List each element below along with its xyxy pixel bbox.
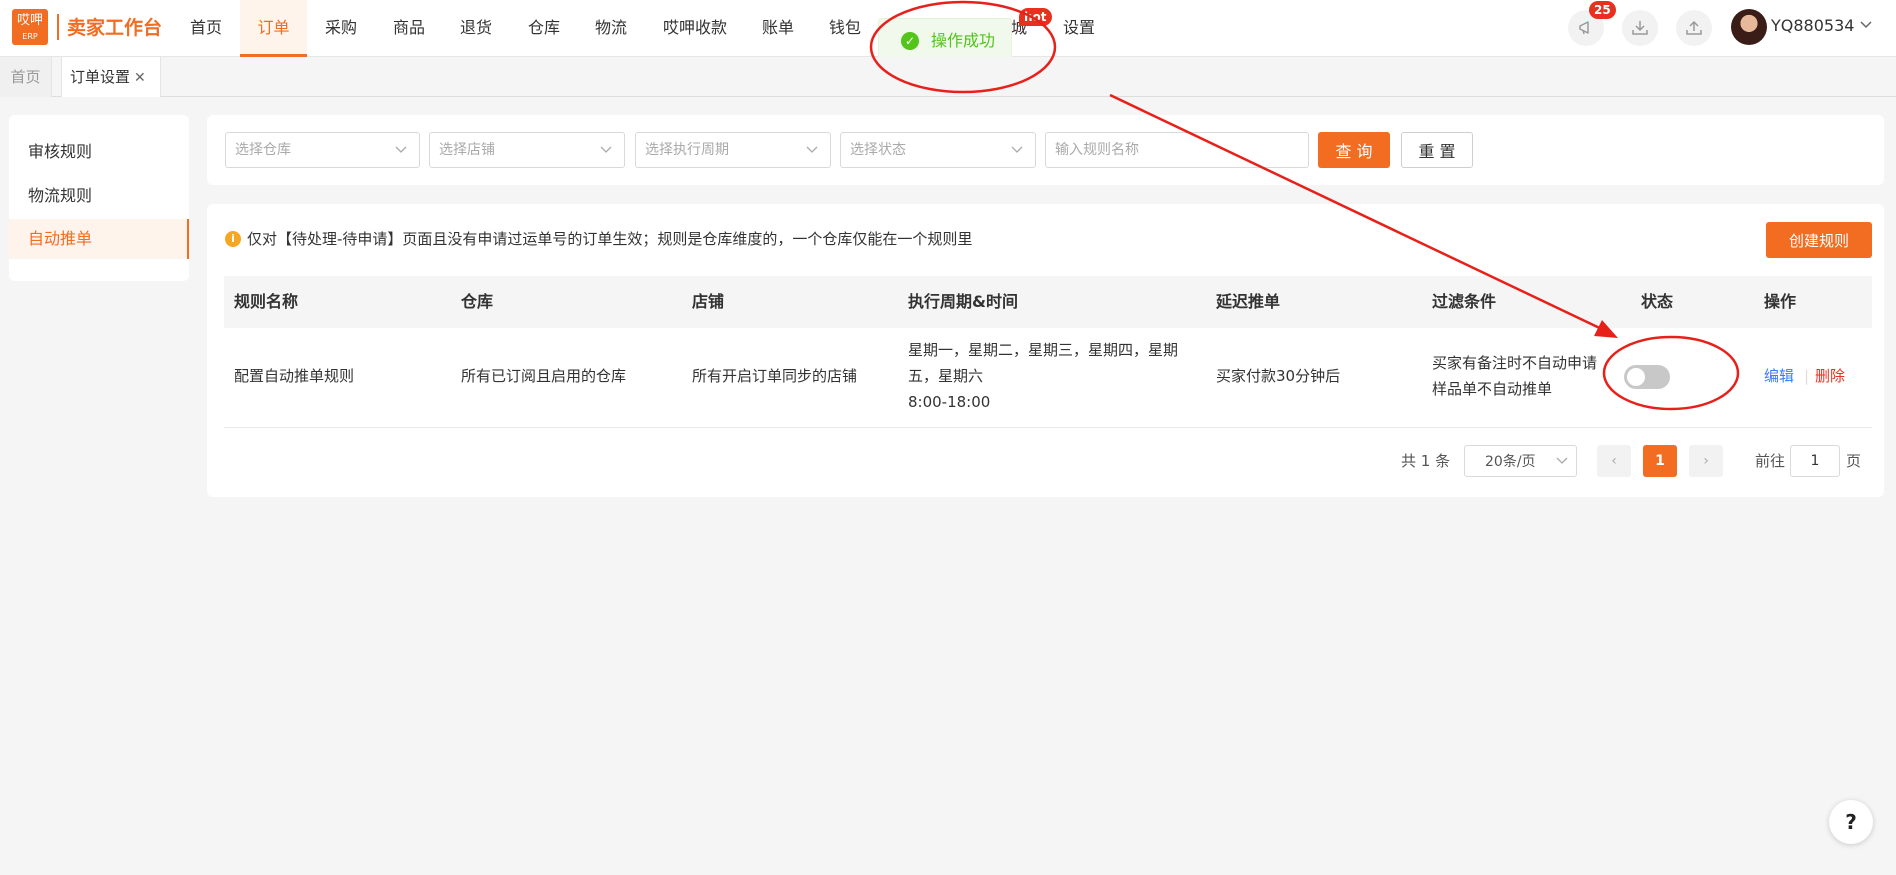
app-title: 卖家工作台 [67,17,163,39]
toast-message: 操作成功 [931,31,996,50]
column-delay: 延迟推单 [1216,292,1281,311]
pagination-total: 共 1 条 [1401,452,1451,470]
cell-period-time: 8:00-18:00 [908,393,991,411]
upload-button[interactable] [1676,10,1712,46]
logo-divider [57,14,59,40]
status-select[interactable]: 选择状态 [840,132,1036,168]
user-name[interactable]: YQ880534 [1771,15,1854,37]
settings-side-menu: 审核规则 物流规则 自动推单 [9,115,189,281]
notification-count-badge: 25 [1589,1,1616,19]
column-rule-name: 规则名称 [234,292,299,311]
page-size-value: 20条/页 [1485,454,1536,470]
tab-order-settings[interactable]: 订单设置 ✕ [61,57,161,97]
column-period: 执行周期&时间 [908,292,1018,311]
hot-badge: hot [1019,8,1052,26]
page-tab-bar: 首页 订单设置 ✕ [0,57,1896,97]
help-button[interactable]: ? [1829,800,1873,844]
cell-period-line1: 星期一，星期二，星期三，星期四，星期 [908,341,1179,359]
column-status: 状态 [1641,292,1674,311]
nav-purchase[interactable]: 采购 [325,0,357,57]
check-circle-icon: ✓ [901,32,919,50]
shop-select-placeholder: 选择店铺 [439,142,495,158]
nav-bills[interactable]: 账单 [762,0,794,57]
chevron-down-icon [600,146,612,153]
upload-icon [1686,20,1702,35]
nav-products[interactable]: 商品 [393,0,425,57]
tab-order-settings-label: 订单设置 [70,68,131,86]
page-size-select[interactable]: 20条/页 [1464,445,1577,477]
logo-top-text: 哎呷 [16,13,43,28]
logo-bottom-text: ERP [22,32,38,41]
chevron-down-icon[interactable] [1860,20,1872,30]
edit-link[interactable]: 编辑 [1764,363,1794,389]
tab-home[interactable]: 首页 [0,57,52,97]
chevron-down-icon [1011,146,1023,153]
column-filter: 过滤条件 [1432,292,1497,311]
nav-returns[interactable]: 退货 [460,0,492,57]
logo[interactable]: 哎呷 ERP [12,9,48,45]
side-item-review-rules[interactable]: 审核规则 [9,132,189,172]
goto-page-input[interactable] [1790,445,1840,477]
column-warehouse: 仓库 [461,292,494,311]
shop-select[interactable]: 选择店铺 [429,132,625,168]
warehouse-select[interactable]: 选择仓库 [225,132,420,168]
column-shop: 店铺 [692,292,725,311]
chevron-down-icon [1556,457,1568,464]
nav-warehouse[interactable]: 仓库 [528,0,560,57]
chevron-down-icon [806,146,818,153]
nav-logistics[interactable]: 物流 [595,0,627,57]
close-icon[interactable]: ✕ [134,70,146,86]
success-toast: ✓ 操作成功 [878,18,1012,62]
megaphone-icon [1579,21,1589,35]
cell-shop: 所有开启订单同步的店铺 [692,367,858,385]
filter-bar: 选择仓库 选择店铺 选择执行周期 选择状态 查 询 重 置 [207,115,1884,185]
query-button[interactable]: 查 询 [1318,132,1390,168]
download-button[interactable] [1622,10,1658,46]
user-avatar[interactable] [1731,9,1767,45]
status-toggle[interactable] [1624,365,1670,389]
cell-filter-line1: 买家有备注时不自动申请 [1432,354,1598,372]
action-separator: | [1804,367,1810,385]
status-select-placeholder: 选择状态 [850,142,906,158]
period-select[interactable]: 选择执行周期 [635,132,831,168]
create-rule-button[interactable]: 创建规则 [1766,222,1872,258]
nav-settings[interactable]: 设置 [1063,0,1095,57]
toggle-knob [1627,368,1645,386]
nav-payments[interactable]: 哎呷收款 [663,0,727,57]
cell-rule-name: 配置自动推单规则 [234,367,355,385]
next-page-button[interactable]: › [1689,445,1723,477]
page-suffix-label: 页 [1846,452,1862,470]
current-page-button[interactable]: 1 [1643,445,1677,477]
nav-home[interactable]: 首页 [190,0,222,57]
rules-panel: i 仅对【待处理-待申请】页面且没有申请过运单号的订单生效；规则是仓库维度的，一… [207,204,1884,497]
chevron-down-icon [395,146,407,153]
prev-page-button[interactable]: ‹ [1597,445,1631,477]
period-select-placeholder: 选择执行周期 [645,142,729,158]
warehouse-select-placeholder: 选择仓库 [235,142,291,158]
side-item-logistics-rules[interactable]: 物流规则 [9,176,189,216]
notice-text: 仅对【待处理-待申请】页面且没有申请过运单号的订单生效；规则是仓库维度的，一个仓… [247,230,973,248]
cell-period-line2: 五，星期六 [908,367,984,385]
info-icon: i [225,231,241,247]
table-header: 规则名称 仓库 店铺 执行周期&时间 延迟推单 过滤条件 状态 操作 [224,276,1872,328]
download-icon [1632,21,1648,35]
side-item-auto-push[interactable]: 自动推单 [9,219,189,259]
cell-warehouse: 所有已订阅且启用的仓库 [461,367,627,385]
nav-orders[interactable]: 订单 [240,0,307,57]
delete-link[interactable]: 删除 [1815,363,1845,389]
cell-delay: 买家付款30分钟后 [1216,367,1341,385]
column-actions: 操作 [1764,292,1797,311]
nav-wallet[interactable]: 钱包 [829,0,861,57]
cell-filter-line2: 样品单不自动推单 [1432,380,1553,398]
reset-button[interactable]: 重 置 [1401,132,1473,168]
goto-label: 前往 [1755,452,1786,470]
rule-name-input[interactable] [1045,132,1309,168]
